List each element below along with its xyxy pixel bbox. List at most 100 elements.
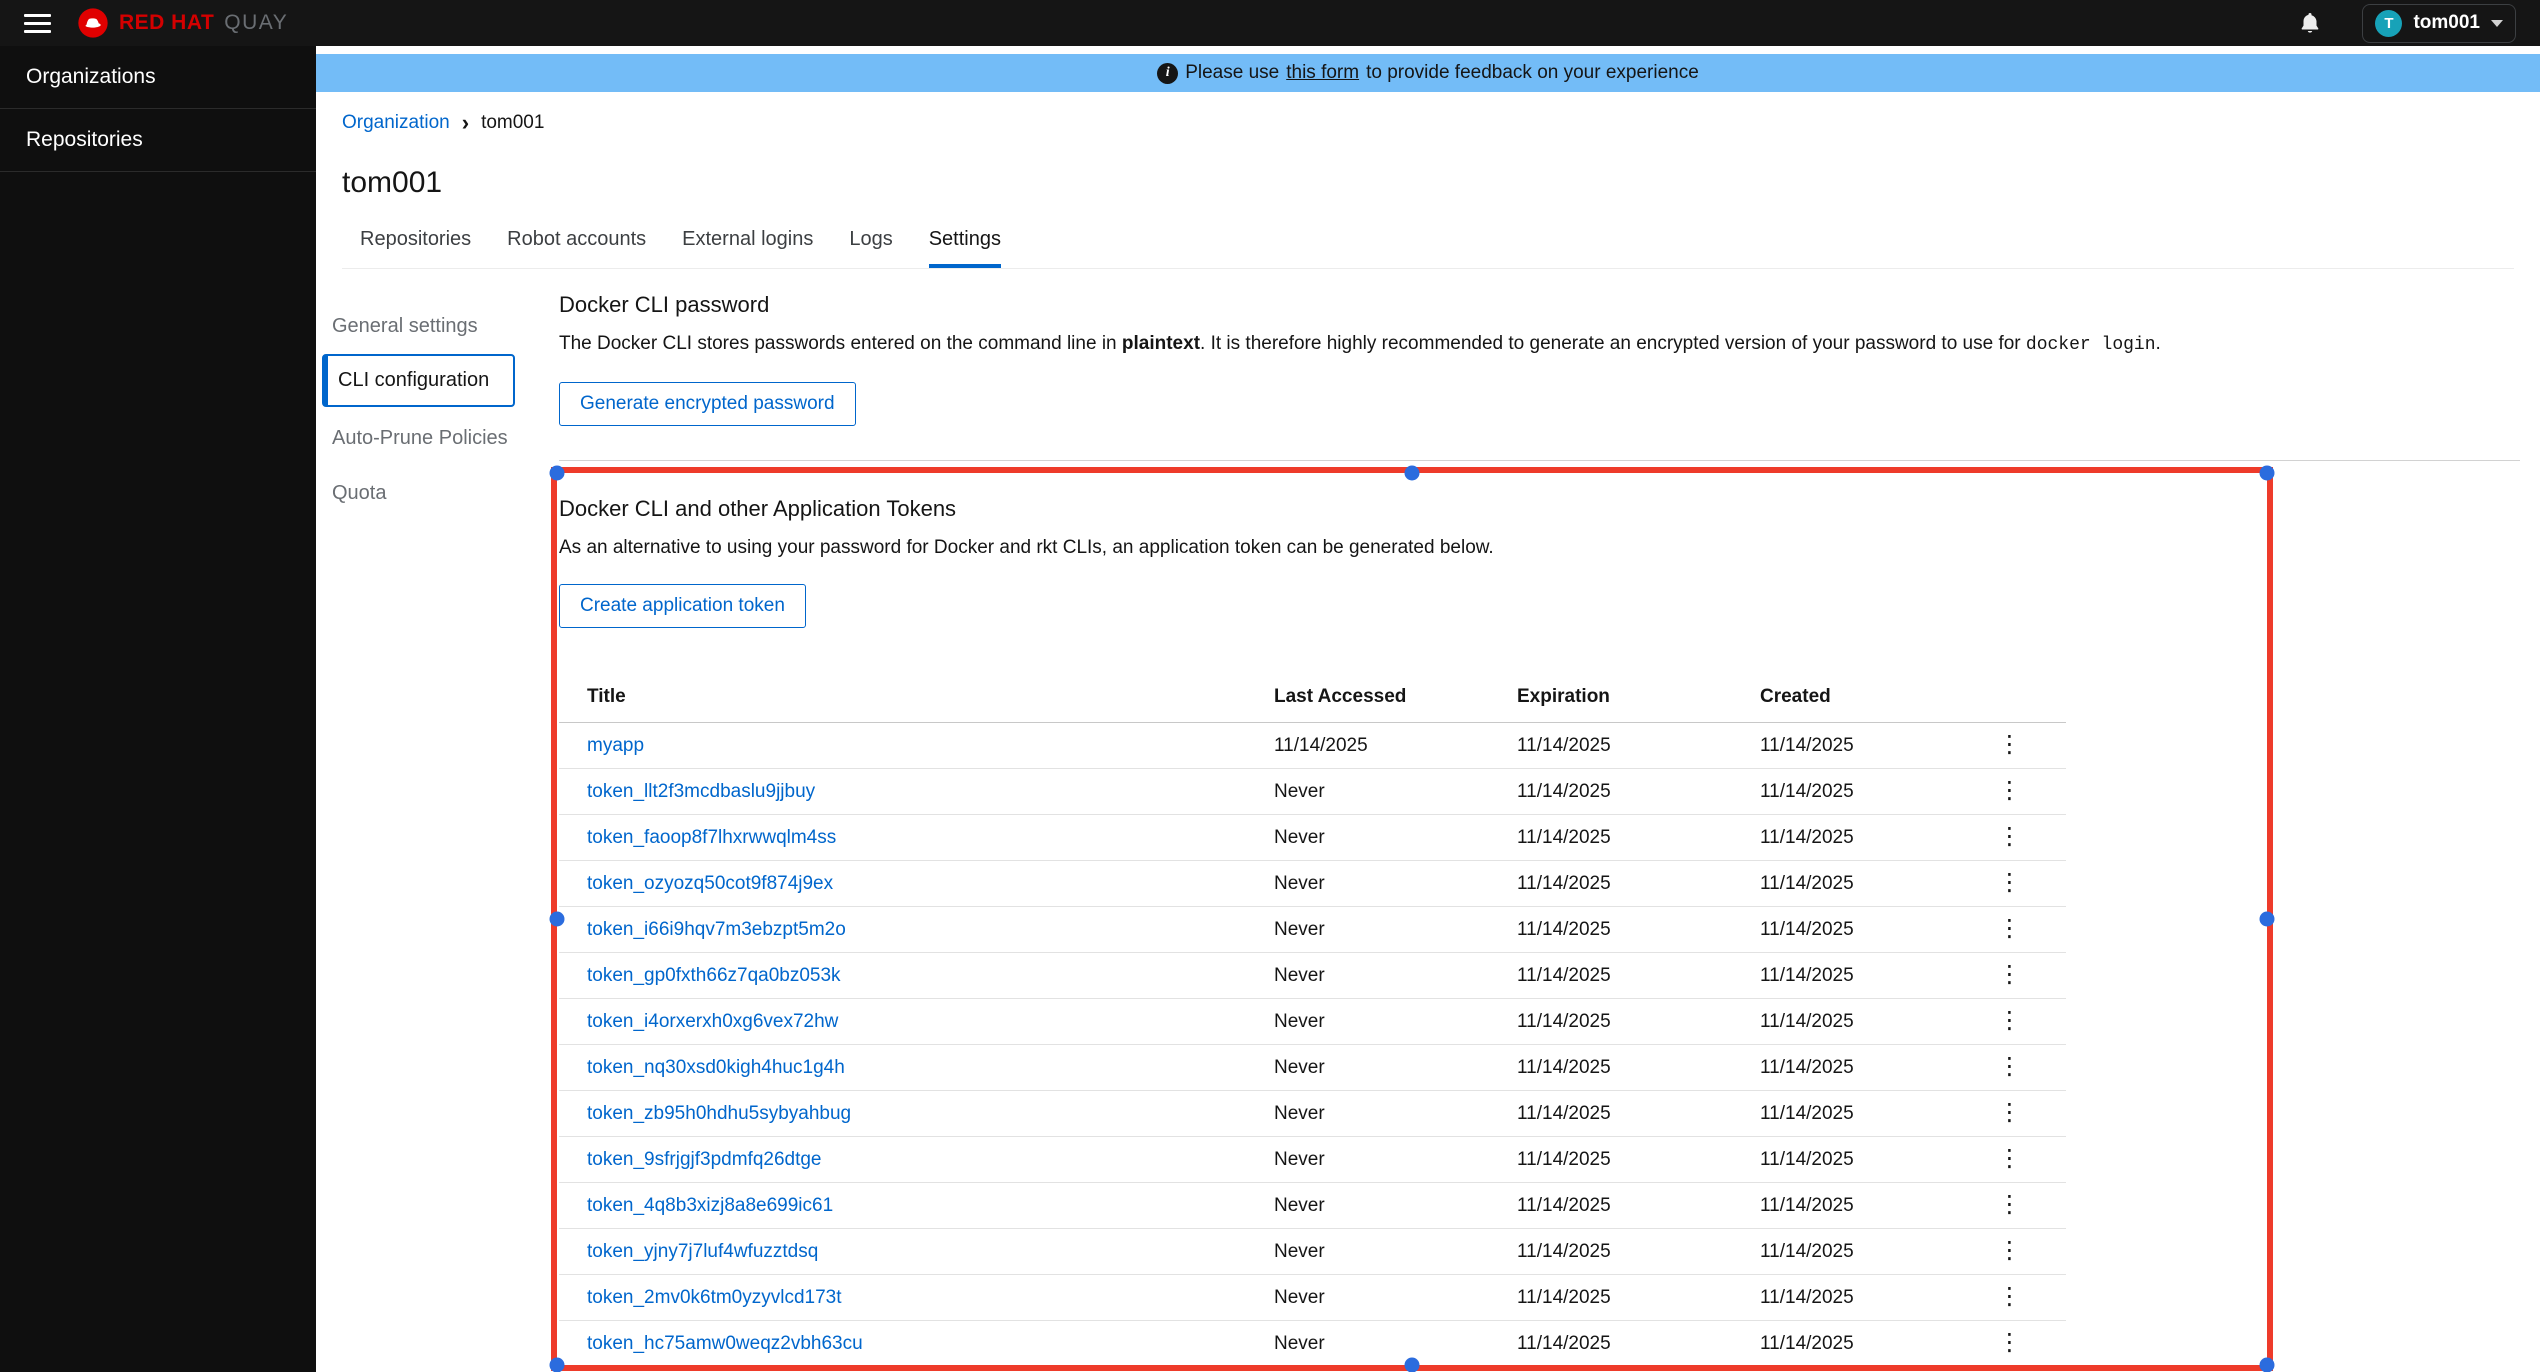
table-row: token_yjny7j7luf4wfuzztdsq Never 11/14/2… <box>559 1228 2066 1275</box>
last-accessed-cell: Never <box>1246 1228 1489 1275</box>
last-accessed-cell: 11/14/2025 <box>1246 722 1489 769</box>
created-cell: 11/14/2025 <box>1732 952 1965 999</box>
expiration-cell: 11/14/2025 <box>1489 722 1732 769</box>
column-header-created: Created <box>1732 674 1965 723</box>
kebab-menu-icon[interactable]: ⋮ <box>1998 1147 2022 1171</box>
subnav-item[interactable]: Quota <box>322 466 559 521</box>
last-accessed-cell: Never <box>1246 952 1489 999</box>
desc-text: The Docker CLI stores passwords entered … <box>559 333 1122 354</box>
subnav-item[interactable]: Auto-Prune Policies <box>322 411 559 466</box>
subnav-item[interactable]: CLI configuration <box>322 354 516 407</box>
annotation-handle-bottom-right[interactable] <box>2259 1357 2275 1372</box>
kebab-menu-icon[interactable]: ⋮ <box>1998 963 2022 987</box>
token-title-link[interactable]: token_faoop8f7lhxrwwqlm4ss <box>587 827 836 848</box>
cli-password-heading: Docker CLI password <box>559 292 770 317</box>
feedback-banner: i Please use this form to provide feedba… <box>316 54 2540 92</box>
created-cell: 11/14/2025 <box>1732 1044 1965 1091</box>
table-row: token_ozyozq50cot9f874j9ex Never 11/14/2… <box>559 860 2066 907</box>
last-accessed-cell: Never <box>1246 1182 1489 1229</box>
generate-encrypted-password-button[interactable]: Generate encrypted password <box>559 382 856 426</box>
expiration-cell: 11/14/2025 <box>1489 860 1732 907</box>
cli-password-section: Docker CLI password The Docker CLI store… <box>559 291 2520 426</box>
kebab-menu-icon[interactable]: ⋮ <box>1998 825 2022 849</box>
tab[interactable]: Settings <box>911 214 1019 268</box>
expiration-cell: 11/14/2025 <box>1489 814 1732 861</box>
token-title-link[interactable]: token_4q8b3xizj8a8e699ic61 <box>587 1195 833 1216</box>
token-title-link[interactable]: token_9sfrjgjf3pdmfq26dtge <box>587 1149 822 1170</box>
breadcrumb-organization-link[interactable]: Organization <box>342 112 450 134</box>
token-title-link[interactable]: token_yjny7j7luf4wfuzztdsq <box>587 1241 818 1262</box>
expiration-cell: 11/14/2025 <box>1489 1366 1732 1372</box>
annotation-handle-mid-right[interactable] <box>2259 911 2275 927</box>
redhat-fedora-icon <box>77 7 109 39</box>
kebab-menu-icon[interactable]: ⋮ <box>1998 1331 2022 1355</box>
token-title-link[interactable]: token_i66i9hqv7m3ebzpt5m2o <box>587 919 846 940</box>
kebab-menu-icon[interactable]: ⋮ <box>1998 779 2022 803</box>
tab[interactable]: Logs <box>831 214 910 268</box>
created-cell: 11/14/2025 <box>1732 1320 1965 1367</box>
table-row: token_i66i9hqv7m3ebzpt5m2o Never 11/14/2… <box>559 906 2066 953</box>
token-title-link[interactable]: token_ozyozq50cot9f874j9ex <box>587 873 833 894</box>
last-accessed-cell: Never <box>1246 860 1489 907</box>
expiration-cell: 11/14/2025 <box>1489 768 1732 815</box>
table-row: token_2mv0k6tm0yzyvlcd173t Never 11/14/2… <box>559 1274 2066 1321</box>
create-application-token-button[interactable]: Create application token <box>559 584 806 628</box>
tab[interactable]: External logins <box>664 214 831 268</box>
column-header-title: Title <box>559 674 1246 723</box>
brand-logo[interactable]: RED HAT QUAY <box>77 7 288 39</box>
notifications-bell-icon[interactable] <box>2298 11 2322 35</box>
created-cell: 11/14/2025 <box>1732 860 1965 907</box>
token-title-link[interactable]: token_nq30xsd0kigh4huc1g4h <box>587 1057 845 1078</box>
created-cell: 11/14/2025 <box>1732 1136 1965 1183</box>
kebab-menu-icon[interactable]: ⋮ <box>1998 1009 2022 1033</box>
token-title-link[interactable]: myapp <box>587 735 644 756</box>
last-accessed-cell: Never <box>1246 906 1489 953</box>
column-header-last-accessed: Last Accessed <box>1246 674 1489 723</box>
table-row: token_llt2f3mcdbaslu9jjbuy Never 11/14/2… <box>559 768 2066 815</box>
created-cell: 11/14/2025 <box>1732 722 1965 769</box>
expiration-cell: 11/14/2025 <box>1489 906 1732 953</box>
subnav-item[interactable]: General settings <box>322 299 559 354</box>
kebab-menu-icon[interactable]: ⋮ <box>1998 1239 2022 1263</box>
desc-text: . <box>2155 333 2161 354</box>
table-row: token_faoop8f7lhxrwwqlm4ss Never 11/14/2… <box>559 814 2066 861</box>
kebab-menu-icon[interactable]: ⋮ <box>1998 871 2022 895</box>
last-accessed-cell: Never <box>1246 1044 1489 1091</box>
hamburger-menu-icon[interactable] <box>24 13 51 33</box>
user-menu[interactable]: T tom001 <box>2362 3 2516 43</box>
kebab-menu-icon[interactable]: ⋮ <box>1998 1055 2022 1079</box>
desc-text: . It is therefore highly recommended to … <box>1200 333 2026 354</box>
last-accessed-cell: Never <box>1246 998 1489 1045</box>
sidebar-item[interactable]: Repositories <box>0 109 316 172</box>
created-cell: 11/14/2025 <box>1732 1090 1965 1137</box>
kebab-menu-icon[interactable]: ⋮ <box>1998 733 2022 757</box>
tab[interactable]: Robot accounts <box>489 214 664 268</box>
annotation-handle-top-right[interactable] <box>2259 465 2275 481</box>
token-title-link[interactable]: token_hc75amw0weqz2vbh63cu <box>587 1333 863 1354</box>
created-cell: 11/14/2025 <box>1732 1228 1965 1275</box>
feedback-form-link[interactable]: this form <box>1286 62 1359 84</box>
sidebar-item[interactable]: Organizations <box>0 46 316 109</box>
breadcrumb-chevron-icon: › <box>461 110 470 135</box>
token-title-link[interactable]: token_gp0fxth66z7qa0bz053k <box>587 965 841 986</box>
tab[interactable]: Repositories <box>342 214 489 268</box>
token-title-link[interactable]: token_2mv0k6tm0yzyvlcd173t <box>587 1287 842 1308</box>
kebab-menu-icon[interactable]: ⋮ <box>1998 1101 2022 1125</box>
token-title-link[interactable]: token_i4orxerxh0xg6vex72hw <box>587 1011 838 1032</box>
token-title-link[interactable]: token_llt2f3mcdbaslu9jjbuy <box>587 781 815 802</box>
kebab-menu-icon[interactable]: ⋮ <box>1998 1193 2022 1217</box>
app-tokens-section: Docker CLI and other Application Tokens … <box>549 461 2520 1372</box>
last-accessed-cell: Never <box>1246 768 1489 815</box>
settings-panel: Docker CLI password The Docker CLI store… <box>549 269 2540 1372</box>
tab-label: Logs <box>849 228 893 250</box>
last-accessed-cell: Never <box>1246 814 1489 861</box>
kebab-menu-icon[interactable]: ⋮ <box>1998 1285 2022 1309</box>
last-accessed-cell: Never <box>1246 1320 1489 1367</box>
token-title-link[interactable]: token_zb95h0hdhu5sybyahbug <box>587 1103 851 1124</box>
banner-text-before: Please use <box>1185 62 1280 83</box>
annotation-handle-top-center[interactable] <box>1404 465 1420 481</box>
kebab-menu-icon[interactable]: ⋮ <box>1998 917 2022 941</box>
expiration-cell: 11/14/2025 <box>1489 1228 1732 1275</box>
table-row: token_i4orxerxh0xg6vex72hw Never 11/14/2… <box>559 998 2066 1045</box>
table-row: token_gp0fxth66z7qa0bz053k Never 11/14/2… <box>559 952 2066 999</box>
